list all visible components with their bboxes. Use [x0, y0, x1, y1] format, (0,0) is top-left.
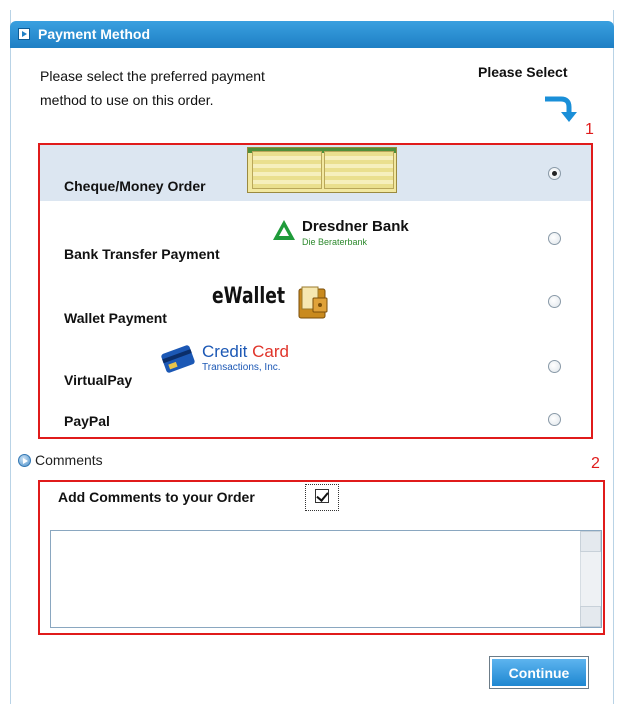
panel-header: Payment Method: [10, 21, 614, 48]
continue-button-label: Continue: [492, 659, 586, 686]
expand-arrow-icon[interactable]: [18, 454, 31, 467]
intro-text: Please select the preferred payment meth…: [40, 68, 265, 108]
panel-title: Payment Method: [38, 26, 151, 42]
annotation-number-1: 1: [585, 121, 594, 138]
highlight-box-1: [38, 143, 593, 439]
collapse-arrow-icon[interactable]: [18, 28, 30, 40]
highlight-box-2: [38, 480, 605, 635]
curved-arrow-icon: [545, 96, 577, 122]
please-select-label: Please Select: [478, 64, 568, 80]
annotation-number-2: 2: [591, 455, 600, 472]
comments-section-label[interactable]: Comments: [35, 452, 103, 468]
continue-button[interactable]: Continue: [489, 656, 589, 689]
